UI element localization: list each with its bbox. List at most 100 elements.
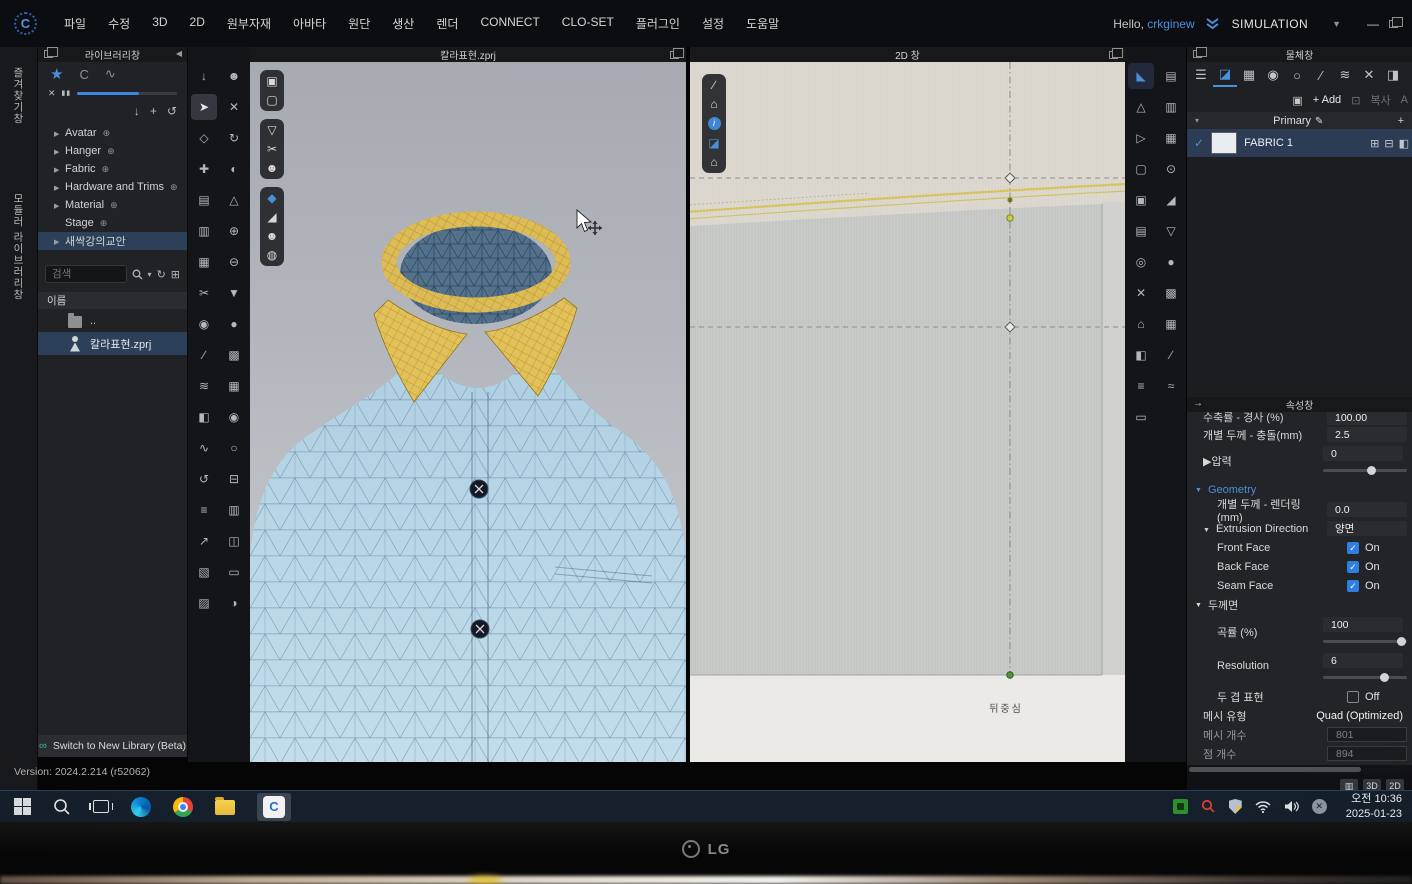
tool-3d-icon[interactable]: ☻ xyxy=(221,63,247,89)
viewport-tool-icon[interactable]: ☻ xyxy=(266,162,279,174)
fabric-item-icon[interactable]: ⊟ xyxy=(1384,137,1393,150)
tool-3d-icon[interactable]: ➤ xyxy=(191,94,217,120)
tool-3d-icon[interactable]: ≋ xyxy=(191,373,217,399)
tool-2d-icon[interactable]: ▷ xyxy=(1128,125,1154,151)
search-input[interactable] xyxy=(45,265,127,283)
tool-3d-icon[interactable]: ▨ xyxy=(191,590,217,616)
property-scrollbar[interactable] xyxy=(1187,765,1412,774)
add-group-icon[interactable]: + xyxy=(1398,115,1412,127)
pressure-value[interactable]: 0 xyxy=(1323,446,1403,461)
security-tray-icon[interactable] xyxy=(1229,799,1242,814)
task-view-icon[interactable] xyxy=(93,800,109,813)
search-options-caret-icon[interactable]: ▾ xyxy=(148,270,152,279)
resolution-slider[interactable] xyxy=(1323,676,1407,679)
seam-face-checkbox[interactable]: ✓ xyxy=(1347,580,1359,592)
tool-3d-icon[interactable]: ◫ xyxy=(221,528,247,554)
library-action-icon[interactable]: ↓ xyxy=(134,104,140,118)
library-action-icon[interactable]: + xyxy=(150,104,157,118)
rail-tab[interactable]: 모듈러 라이브러리창 xyxy=(11,187,26,306)
search-icon[interactable] xyxy=(132,269,143,280)
magnifier-tray-icon[interactable] xyxy=(1201,799,1216,814)
gpu-tray-icon[interactable] xyxy=(1173,799,1188,814)
menu-item[interactable]: 원부자재 xyxy=(216,15,282,32)
tool-3d-icon[interactable]: ∿ xyxy=(191,435,217,461)
edge-browser-icon[interactable] xyxy=(131,797,151,817)
tool-2d-icon[interactable]: ◣ xyxy=(1128,63,1154,89)
cancel-download-icon[interactable]: ✕ xyxy=(48,88,56,99)
switch-library-button[interactable]: ∞ Switch to New Library (Beta) xyxy=(38,735,187,757)
tool-2d-icon[interactable]: △ xyxy=(1128,94,1154,120)
menu-item[interactable]: 설정 xyxy=(691,15,735,32)
viewport-2d-tool-icon[interactable]: ⌂ xyxy=(710,98,717,110)
fabric-item-icon[interactable]: ⊞ xyxy=(1370,137,1379,150)
tool-2d-icon[interactable]: ▭ xyxy=(1128,404,1154,430)
copy-icon[interactable]: ⊡ xyxy=(1351,94,1360,107)
property-arrow-icon[interactable]: → xyxy=(1193,398,1203,409)
tool-3d-icon[interactable]: ↗ xyxy=(191,528,217,554)
tool-2d-icon[interactable]: ▦ xyxy=(1158,311,1184,337)
curvature-value[interactable]: 100 xyxy=(1323,617,1403,632)
tool-2d-icon[interactable]: ▢ xyxy=(1128,156,1154,182)
extrusion-direction-select[interactable]: 양면 xyxy=(1327,521,1407,536)
library-tree-item[interactable]: 새싹강의교안 xyxy=(38,232,187,250)
tool-3d-icon[interactable]: ▤ xyxy=(191,187,217,213)
tool-3d-icon[interactable]: ▦ xyxy=(191,249,217,275)
tool-2d-icon[interactable]: ▩ xyxy=(1158,280,1184,306)
view-grid-icon[interactable]: ⊞ xyxy=(171,268,180,281)
object-type-tab[interactable]: ▦ xyxy=(1237,63,1261,87)
menu-item[interactable]: CONNECT xyxy=(469,15,550,32)
taskbar-search-icon[interactable] xyxy=(53,798,71,816)
library-tree-item[interactable]: Fabric xyxy=(38,160,187,178)
pressure-slider[interactable] xyxy=(1323,469,1407,472)
group-caret-icon[interactable]: ▾ xyxy=(1187,116,1199,125)
viewport-2d-tool-icon[interactable]: ⌂ xyxy=(710,156,717,168)
tool-3d-icon[interactable]: ▥ xyxy=(221,497,247,523)
object-type-tab[interactable]: ☰ xyxy=(1189,63,1213,87)
front-face-checkbox[interactable]: ✓ xyxy=(1347,542,1359,554)
tool-3d-icon[interactable]: ↻ xyxy=(221,125,247,151)
clo-app-taskbar-button[interactable]: C xyxy=(257,793,291,821)
tool-3d-icon[interactable]: ▦ xyxy=(221,373,247,399)
library-file-row[interactable]: 칼라표현.zprj xyxy=(38,332,187,355)
menu-item[interactable]: 렌더 xyxy=(425,15,469,32)
tool-2d-icon[interactable]: ◎ xyxy=(1128,249,1154,275)
pause-download-icon[interactable]: ▮▮ xyxy=(62,89,72,97)
tool-3d-icon[interactable]: ○ xyxy=(221,435,247,461)
tool-2d-icon[interactable]: ▤ xyxy=(1128,218,1154,244)
menu-item[interactable]: 2D xyxy=(179,15,216,32)
tool-2d-icon[interactable]: ◧ xyxy=(1128,342,1154,368)
tool-3d-icon[interactable]: ∕ xyxy=(191,342,217,368)
library-tree-item[interactable]: Material xyxy=(38,196,187,214)
tool-2d-icon[interactable]: ✕ xyxy=(1128,280,1154,306)
menu-item[interactable]: 3D xyxy=(141,15,178,32)
tool-3d-icon[interactable]: ▧ xyxy=(191,559,217,585)
tool-3d-icon[interactable]: ✚ xyxy=(191,156,217,182)
viewport-tool-icon[interactable]: ▣ xyxy=(266,75,277,87)
tool-3d-icon[interactable]: ≡ xyxy=(191,497,217,523)
viewport-tool-icon[interactable]: ◢ xyxy=(267,211,276,223)
mesh-type-select[interactable]: Quad (Optimized) xyxy=(1316,710,1407,722)
library-file-row[interactable]: .. xyxy=(38,309,187,332)
menu-item[interactable]: 생산 xyxy=(381,15,425,32)
tool-3d-icon[interactable]: ● xyxy=(221,311,247,337)
canvas-2d[interactable]: ∕⌂i◪⌂ 뒤중심 xyxy=(690,62,1125,762)
tool-3d-icon[interactable]: ▩ xyxy=(221,342,247,368)
tool-2d-icon[interactable]: ∕ xyxy=(1158,342,1184,368)
tool-3d-icon[interactable]: ◐ xyxy=(221,156,247,182)
simulation-mode-button[interactable]: SIMULATION xyxy=(1232,17,1308,31)
thickness-collision-value[interactable]: 2.5 xyxy=(1327,427,1407,442)
name-column-header[interactable]: 이름 xyxy=(38,292,187,309)
tool-3d-icon[interactable]: ◉ xyxy=(191,311,217,337)
resolution-value[interactable]: 6 xyxy=(1323,653,1403,668)
float-panel-icon[interactable] xyxy=(1193,50,1202,58)
favorite-icon[interactable]: ★ xyxy=(50,65,63,83)
tool-2d-icon[interactable]: ▤ xyxy=(1158,63,1184,89)
fabric-check-icon[interactable]: ✓ xyxy=(1194,136,1204,150)
collapse-panel-icon[interactable]: ◀ xyxy=(176,49,182,58)
object-type-tab[interactable]: ✕ xyxy=(1357,63,1381,87)
chrome-browser-icon[interactable] xyxy=(173,797,193,817)
library-action-icon[interactable]: ↺ xyxy=(167,104,177,118)
curvature-slider[interactable] xyxy=(1323,640,1407,643)
fabric-swatch[interactable] xyxy=(1211,132,1237,154)
taskbar-clock[interactable]: 오전 10:36 2025-01-23 xyxy=(1340,792,1402,821)
